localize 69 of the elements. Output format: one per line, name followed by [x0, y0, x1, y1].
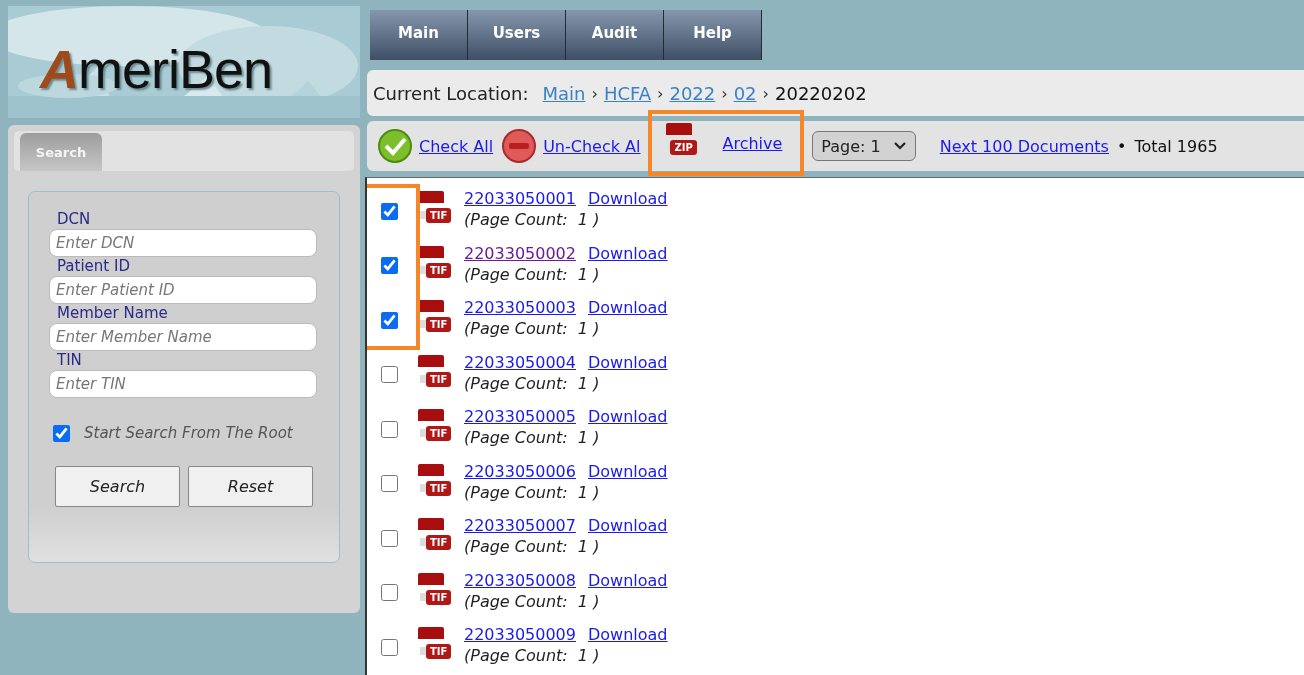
document-link[interactable]: 22033050001: [464, 188, 576, 210]
document-link[interactable]: 22033050007: [464, 515, 576, 537]
download-link[interactable]: Download: [588, 297, 668, 319]
checkbox-label: Start Search From The Root: [84, 424, 293, 442]
nav-tab[interactable]: Users: [468, 10, 566, 60]
document-link[interactable]: 22033050002: [464, 242, 576, 264]
toolbar-link[interactable]: Un-Check Al: [543, 136, 641, 156]
download-link[interactable]: Download: [588, 242, 668, 264]
page-count: (Page Count: 1 ): [464, 481, 601, 503]
page-count: (Page Count: 1 ): [464, 209, 601, 231]
document-link[interactable]: 22033050005: [464, 406, 576, 428]
download-link[interactable]: Download: [588, 406, 668, 428]
input-field[interactable]: Enter DCN: [49, 229, 317, 257]
nav-tab[interactable]: Main: [370, 10, 468, 60]
download-link[interactable]: Download: [588, 351, 668, 373]
total-count: Total 1965: [1134, 136, 1218, 156]
checkbox[interactable]: [381, 420, 398, 438]
nav-tab[interactable]: Help: [664, 10, 762, 60]
page-count: (Page Count: 1 ): [464, 372, 601, 394]
logo: AmeriBen: [40, 38, 273, 100]
location-label: Current Location:: [373, 82, 529, 104]
minus-icon: [501, 128, 538, 164]
checkbox[interactable]: [381, 475, 398, 493]
checkbox[interactable]: [381, 257, 398, 275]
field-label: DCN: [56, 210, 92, 229]
page-count: (Page Count: 1 ): [464, 427, 601, 449]
input-field[interactable]: Enter TIN: [49, 370, 317, 398]
document-link[interactable]: 22033050003: [464, 297, 576, 319]
page-count: (Page Count: 1 ): [464, 263, 601, 285]
separator: ›: [657, 83, 664, 103]
download-link[interactable]: Download: [588, 624, 668, 646]
separator: ›: [591, 83, 598, 103]
page-dropdown[interactable]: Page: 1: [812, 131, 916, 161]
bullet: •: [1116, 136, 1127, 156]
checkbox[interactable]: [381, 202, 398, 220]
checkbox[interactable]: [381, 584, 398, 602]
field-label: TIN: [56, 351, 83, 370]
download-link[interactable]: Download: [588, 188, 668, 210]
checkbox[interactable]: [381, 311, 398, 329]
download-link[interactable]: Download: [588, 569, 668, 591]
download-link[interactable]: Download: [588, 460, 668, 482]
page-count: (Page Count: 1 ): [464, 645, 601, 667]
form-button[interactable]: Search: [55, 466, 180, 507]
toolbar-link[interactable]: Archive: [722, 133, 783, 153]
checkbox[interactable]: [381, 529, 398, 547]
document-link[interactable]: 22033050004: [464, 351, 576, 373]
input-field[interactable]: Enter Patient ID: [49, 276, 317, 304]
document-link[interactable]: 22033050006: [464, 460, 576, 482]
breadcrumb-current: 20220202: [775, 82, 867, 104]
form-button[interactable]: Reset: [188, 466, 313, 507]
toolbar-link[interactable]: Check All: [419, 136, 494, 156]
document-link[interactable]: 22033050009: [464, 624, 576, 646]
download-link[interactable]: Download: [588, 515, 668, 537]
nav-tab[interactable]: Audit: [566, 10, 664, 60]
document-link[interactable]: 22033050008: [464, 569, 576, 591]
page-count: (Page Count: 1 ): [464, 590, 601, 612]
field-label: Patient ID: [56, 257, 131, 276]
check-icon: [377, 128, 413, 164]
checkbox[interactable]: [53, 424, 70, 442]
separator: ›: [762, 83, 769, 103]
page-count: (Page Count: 1 ): [464, 536, 601, 558]
next-link[interactable]: Next 100 Documents: [939, 136, 1109, 156]
field-label: Member Name: [56, 304, 169, 323]
page-count: (Page Count: 1 ): [464, 318, 601, 340]
caret-icon: [892, 141, 907, 151]
checkbox[interactable]: [381, 366, 398, 384]
separator: ›: [721, 83, 728, 103]
checkbox[interactable]: [381, 638, 398, 656]
input-field[interactable]: Enter Member Name: [49, 323, 317, 351]
